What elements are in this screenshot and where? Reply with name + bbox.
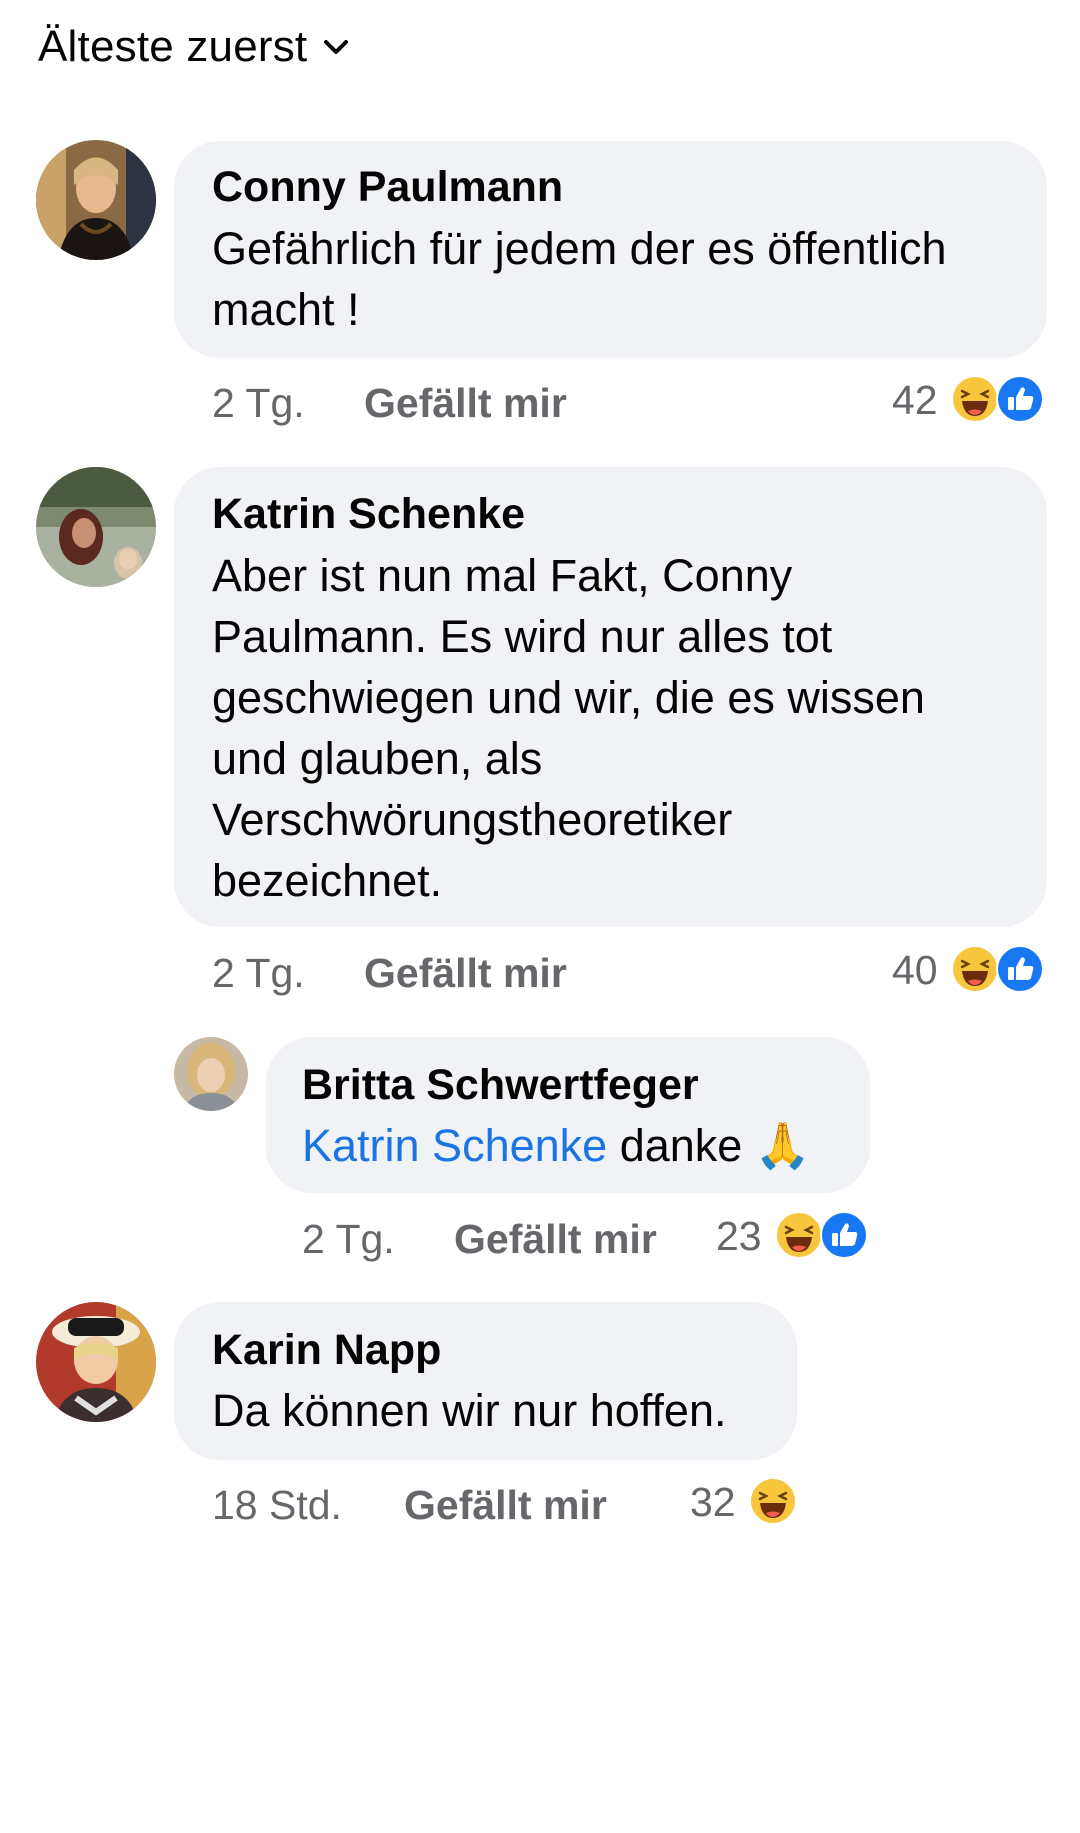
reply-text-body: danke — [607, 1120, 755, 1171]
haha-icon[interactable] — [748, 1476, 798, 1526]
like-icon[interactable] — [995, 374, 1045, 424]
comment-timestamp[interactable]: 2 Tg. — [212, 950, 305, 997]
comment-text-line: bezeichnet. — [212, 855, 443, 906]
comment-author[interactable]: Katrin Schenke — [212, 490, 525, 539]
reply-author[interactable]: Britta Schwertfeger — [302, 1061, 699, 1110]
like-button[interactable]: Gefällt mir — [364, 950, 567, 997]
chevron-down-icon — [324, 40, 349, 54]
like-icon[interactable] — [819, 1210, 869, 1260]
avatar-karin-napp[interactable] — [36, 1302, 156, 1422]
comment-author[interactable]: Karin Napp — [212, 1326, 441, 1375]
reaction-count[interactable]: 42 — [892, 377, 938, 424]
comment-text-line: Verschwörungstheoretiker — [212, 794, 733, 845]
comment-sort-dropdown[interactable]: Älteste zuerst — [38, 22, 351, 72]
reply-timestamp[interactable]: 2 Tg. — [302, 1216, 395, 1263]
comment-text-line: Da können wir nur hoffen. — [212, 1385, 727, 1436]
comment-text-line: geschwiegen und wir, die es wissen — [212, 672, 925, 723]
folded-hands-icon: 🙏 — [754, 1119, 811, 1172]
comment-text-line: Aber ist nun mal Fakt, Conny — [212, 550, 793, 601]
comment-author[interactable]: Conny Paulmann — [212, 163, 563, 212]
comment-text-line: Paulmann. Es wird nur alles tot — [212, 611, 833, 662]
haha-icon[interactable] — [950, 374, 1000, 424]
haha-icon[interactable] — [950, 944, 1000, 994]
sort-label: Älteste zuerst — [38, 22, 308, 71]
reaction-count[interactable]: 32 — [690, 1479, 736, 1526]
like-button[interactable]: Gefällt mir — [364, 380, 567, 427]
like-button[interactable]: Gefällt mir — [404, 1482, 607, 1529]
reply-text: Katrin Schenke danke 🙏 — [302, 1115, 811, 1176]
reaction-count[interactable]: 40 — [892, 947, 938, 994]
like-button[interactable]: Gefällt mir — [454, 1216, 657, 1263]
comment-text-line: und glauben, als — [212, 733, 543, 784]
comment-timestamp[interactable]: 18 Std. — [212, 1482, 342, 1529]
avatar-conny-paulmann[interactable] — [36, 140, 156, 260]
comment-text-line: macht ! — [212, 284, 360, 335]
comment-timestamp[interactable]: 2 Tg. — [212, 380, 305, 427]
reaction-count[interactable]: 23 — [716, 1213, 762, 1260]
avatar-katrin-schenke[interactable] — [36, 467, 156, 587]
mention-link[interactable]: Katrin Schenke — [302, 1120, 607, 1171]
like-icon[interactable] — [995, 944, 1045, 994]
avatar-britta-schwertfeger[interactable] — [174, 1037, 248, 1111]
haha-icon[interactable] — [774, 1210, 824, 1260]
comment-text-line: Gefährlich für jedem der es öffentlich — [212, 223, 947, 274]
